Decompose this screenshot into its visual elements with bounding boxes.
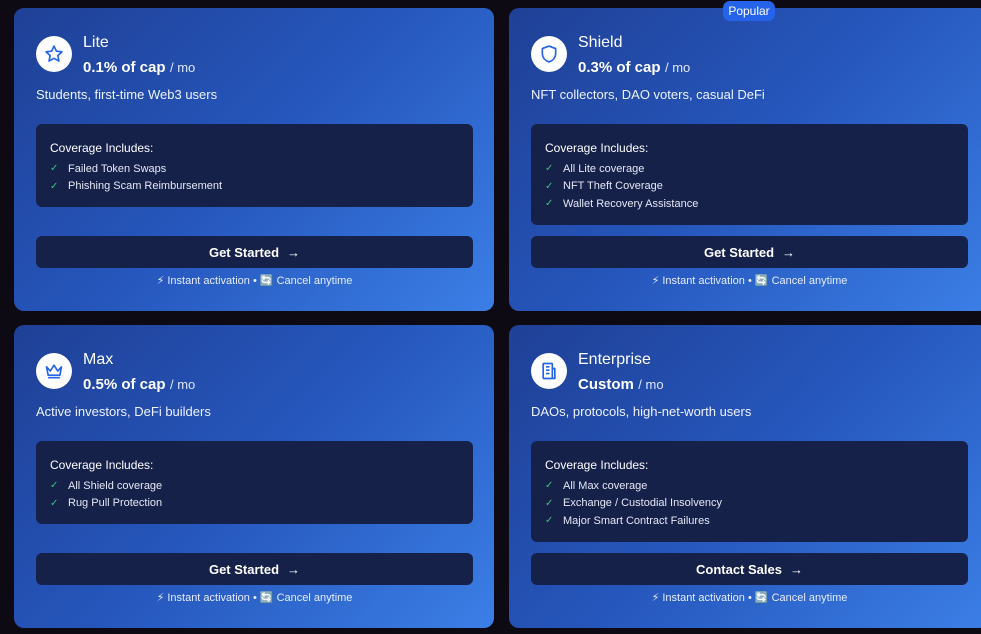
plan-footnote: ⚡ Instant activation • 🔄 Cancel anytime xyxy=(651,592,848,604)
plan-period: / mo xyxy=(638,377,664,392)
crown-icon xyxy=(45,364,63,379)
arrow-right-icon: → xyxy=(287,244,301,260)
coverage-item: ✓ All Lite coverage xyxy=(545,160,954,178)
coverage-text: All Max coverage xyxy=(563,479,648,492)
plan-icon-badge xyxy=(36,36,72,72)
get-started-button[interactable]: Get Started → xyxy=(36,236,473,268)
plan-footnote: ⚡ Instant activation • 🔄 Cancel anytime xyxy=(156,592,353,604)
check-icon: ✓ xyxy=(50,180,59,192)
coverage-item: ✓ All Shield coverage xyxy=(50,477,459,495)
coverage-item: ✓ Exchange / Custodial Insolvency xyxy=(545,495,954,513)
cta-label: Contact Sales xyxy=(696,561,782,577)
check-icon: ✓ xyxy=(545,515,554,527)
coverage-panel: Coverage Includes: ✓ All Lite coverage ✓… xyxy=(531,124,968,225)
cta-label: Get Started xyxy=(703,244,775,260)
coverage-item: ✓ Major Smart Contract Failures xyxy=(545,512,954,530)
check-icon: ✓ xyxy=(545,198,554,210)
plan-name: Shield xyxy=(578,34,623,51)
coverage-panel: Coverage Includes: ✓ All Shield coverage… xyxy=(36,441,473,524)
get-started-button[interactable]: Get Started → xyxy=(531,236,968,268)
coverage-text: All Lite coverage xyxy=(563,162,645,175)
plan-card-lite: Lite 0.1% of cap / mo Students, first-ti… xyxy=(14,8,494,311)
get-started-button[interactable]: Get Started → xyxy=(36,553,473,585)
coverage-text: All Shield coverage xyxy=(68,479,163,492)
plan-period: / mo xyxy=(169,60,196,75)
price-line: 0.1% of cap / mo xyxy=(83,59,195,77)
plan-icon-badge xyxy=(531,353,567,389)
star-icon xyxy=(45,45,63,62)
plan-price: 0.3% of cap xyxy=(578,59,661,76)
arrow-right-icon: → xyxy=(287,561,301,577)
plan-icon-badge xyxy=(36,353,72,389)
coverage-text: Failed Token Swaps xyxy=(68,162,167,175)
coverage-text: Exchange / Custodial Insolvency xyxy=(563,497,722,510)
coverage-title: Coverage Includes: xyxy=(545,141,649,155)
popular-badge: Popular xyxy=(723,1,775,21)
coverage-item: ✓ NFT Theft Coverage xyxy=(545,178,954,196)
plan-icon-badge xyxy=(531,36,567,72)
coverage-item: ✓ All Max coverage xyxy=(545,477,954,495)
coverage-title: Coverage Includes: xyxy=(50,458,154,472)
plan-card-shield: Popular Shield 0.3% of cap / mo NFT coll… xyxy=(509,1,981,311)
plan-period: / mo xyxy=(664,60,691,75)
plan-price: 0.5% of cap xyxy=(83,376,166,393)
plan-price: Custom xyxy=(578,376,634,393)
plan-audience: Students, first-time Web3 users xyxy=(36,87,218,102)
coverage-panel: Coverage Includes: ✓ Failed Token Swaps … xyxy=(36,124,473,207)
coverage-item: ✓ Rug Pull Protection xyxy=(50,495,459,513)
check-icon: ✓ xyxy=(545,497,554,509)
check-icon: ✓ xyxy=(545,180,554,192)
plan-footnote: ⚡ Instant activation • 🔄 Cancel anytime xyxy=(651,275,848,287)
coverage-item: ✓ Wallet Recovery Assistance xyxy=(545,195,954,213)
coverage-item: ✓ Failed Token Swaps xyxy=(50,160,459,178)
check-icon: ✓ xyxy=(545,480,554,492)
check-icon: ✓ xyxy=(50,163,59,175)
plan-period: / mo xyxy=(169,377,196,392)
plan-name: Max xyxy=(83,351,114,368)
plan-audience: Active investors, DeFi builders xyxy=(36,404,211,419)
plan-audience: NFT collectors, DAO voters, casual DeFi xyxy=(531,87,765,102)
plan-name: Lite xyxy=(83,34,109,51)
coverage-text: Wallet Recovery Assistance xyxy=(563,197,699,210)
contact-sales-button[interactable]: Contact Sales → xyxy=(531,553,968,585)
price-line: 0.5% of cap / mo xyxy=(83,376,195,394)
check-icon: ✓ xyxy=(50,480,59,492)
price-line: Custom / mo xyxy=(578,376,664,394)
coverage-panel: Coverage Includes: ✓ All Max coverage ✓ … xyxy=(531,441,968,542)
pricing-grid: Lite 0.1% of cap / mo Students, first-ti… xyxy=(0,0,981,634)
plan-audience: DAOs, protocols, high-net-worth users xyxy=(531,404,752,419)
cta-label: Get Started xyxy=(208,244,280,260)
coverage-item: ✓ Phishing Scam Reimbursement xyxy=(50,178,459,196)
check-icon: ✓ xyxy=(545,163,554,175)
coverage-text: NFT Theft Coverage xyxy=(563,180,663,193)
plan-card-max: Max 0.5% of cap / mo Active investors, D… xyxy=(14,325,494,628)
coverage-title: Coverage Includes: xyxy=(50,141,154,155)
arrow-right-icon: → xyxy=(782,244,796,260)
plan-name: Enterprise xyxy=(578,351,651,368)
cta-label: Get Started xyxy=(208,561,280,577)
shield-icon xyxy=(541,45,557,63)
plan-card-enterprise: Enterprise Custom / mo DAOs, protocols, … xyxy=(509,325,981,628)
plan-price: 0.1% of cap xyxy=(83,59,166,76)
coverage-title: Coverage Includes: xyxy=(545,458,649,472)
check-icon: ✓ xyxy=(50,497,59,509)
coverage-text: Major Smart Contract Failures xyxy=(563,514,710,527)
coverage-text: Phishing Scam Reimbursement xyxy=(68,180,223,193)
price-line: 0.3% of cap / mo xyxy=(578,59,690,77)
arrow-right-icon: → xyxy=(789,561,803,577)
plan-footnote: ⚡ Instant activation • 🔄 Cancel anytime xyxy=(156,275,353,287)
building-icon xyxy=(542,362,556,380)
coverage-text: Rug Pull Protection xyxy=(68,497,163,510)
